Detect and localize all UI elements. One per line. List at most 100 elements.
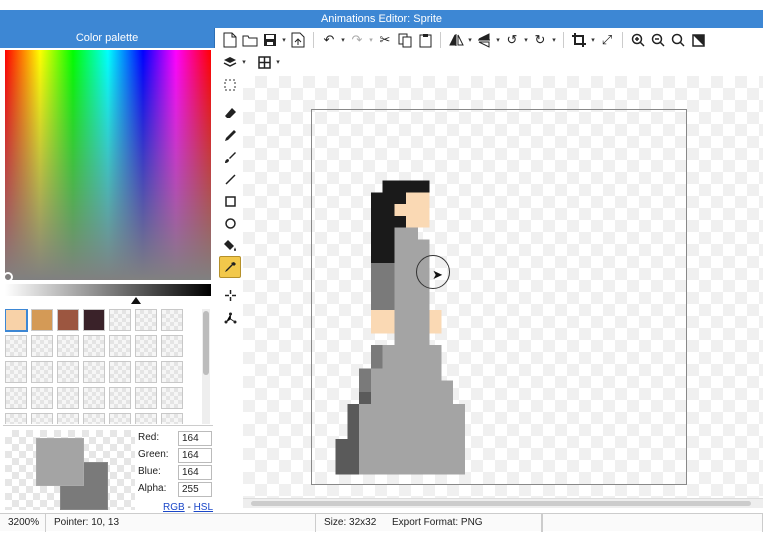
- palette-swatch[interactable]: [31, 361, 53, 383]
- palette-swatch[interactable]: [5, 413, 27, 424]
- fullscreen-icon[interactable]: [688, 30, 708, 50]
- palette-swatch[interactable]: [31, 413, 53, 424]
- palette-swatch[interactable]: [31, 335, 53, 357]
- palette-swatch[interactable]: [161, 309, 183, 331]
- green-input[interactable]: 164: [178, 448, 212, 463]
- palette-swatch[interactable]: [109, 335, 131, 357]
- palette-swatch[interactable]: [5, 335, 27, 357]
- palette-swatch[interactable]: [161, 387, 183, 409]
- grid-icon[interactable]: [254, 52, 274, 72]
- crop-dropdown-icon[interactable]: ▾: [589, 36, 597, 44]
- rgb-link[interactable]: RGB: [163, 502, 185, 513]
- rotate-right-dropdown-icon[interactable]: ▾: [550, 36, 558, 44]
- palette-swatch[interactable]: [5, 387, 27, 409]
- hsl-link[interactable]: HSL: [194, 502, 213, 513]
- flip-v-dropdown-icon[interactable]: ▾: [494, 36, 502, 44]
- palette-swatch[interactable]: [135, 413, 157, 424]
- palette-swatch[interactable]: [109, 387, 131, 409]
- palette-swatch[interactable]: [5, 361, 27, 383]
- color-mode-links: RGB - HSL: [163, 502, 213, 513]
- brightness-marker[interactable]: [131, 297, 141, 304]
- color-spectrum[interactable]: [3, 50, 211, 282]
- palette-scrollbar[interactable]: [202, 309, 210, 424]
- save-dropdown-icon[interactable]: ▾: [280, 36, 288, 44]
- swatch-grid: [5, 309, 200, 424]
- palette-swatch[interactable]: [161, 335, 183, 357]
- palette-swatch[interactable]: [5, 309, 28, 332]
- grid-dropdown-icon[interactable]: ▾: [274, 58, 282, 66]
- undo-icon[interactable]: ↶: [319, 30, 339, 50]
- rotate-right-icon[interactable]: ↻: [530, 30, 550, 50]
- canvas-scrollbar[interactable]: [243, 498, 763, 508]
- zoom-in-icon[interactable]: [628, 30, 648, 50]
- palette-swatch[interactable]: [83, 361, 105, 383]
- flip-h-dropdown-icon[interactable]: ▾: [466, 36, 474, 44]
- palette-swatch[interactable]: [57, 361, 79, 383]
- spectrum-marker[interactable]: [3, 272, 13, 282]
- zoom-fit-icon[interactable]: [668, 30, 688, 50]
- palette-swatch[interactable]: [57, 413, 79, 424]
- palette-swatch[interactable]: [161, 413, 183, 424]
- rotate-left-dropdown-icon[interactable]: ▾: [522, 36, 530, 44]
- palette-swatch[interactable]: [83, 335, 105, 357]
- redo-dropdown-icon[interactable]: ▾: [367, 36, 375, 44]
- canvas-scrollbar-thumb[interactable]: [251, 501, 751, 506]
- zoom-out-icon[interactable]: [648, 30, 668, 50]
- export-icon[interactable]: [288, 30, 308, 50]
- toolbar-separator: [563, 32, 564, 48]
- crop-icon[interactable]: [569, 30, 589, 50]
- color-picker-tool-icon[interactable]: [219, 256, 241, 278]
- ellipse-tool-icon[interactable]: [219, 212, 241, 234]
- alpha-label: Alpha:: [138, 483, 167, 494]
- undo-dropdown-icon[interactable]: ▾: [339, 36, 347, 44]
- copy-icon[interactable]: [395, 30, 415, 50]
- pencil-tool-icon[interactable]: [219, 124, 241, 146]
- eraser-tool-icon[interactable]: [219, 102, 241, 124]
- palette-swatch[interactable]: [135, 361, 157, 383]
- palette-swatch[interactable]: [135, 387, 157, 409]
- palette-swatch[interactable]: [57, 335, 79, 357]
- flip-horizontal-icon[interactable]: [446, 30, 466, 50]
- blue-input[interactable]: 164: [178, 465, 212, 480]
- palette-swatch[interactable]: [31, 387, 53, 409]
- rectangle-tool-icon[interactable]: [219, 190, 241, 212]
- palette-swatch[interactable]: [109, 361, 131, 383]
- brightness-slider[interactable]: [5, 284, 211, 296]
- palette-scrollbar-thumb[interactable]: [203, 311, 209, 375]
- resize-icon[interactable]: ⤢: [597, 30, 617, 50]
- layers-dropdown-icon[interactable]: ▾: [240, 58, 248, 66]
- palette-swatch[interactable]: [57, 387, 79, 409]
- palette-swatch[interactable]: [31, 309, 53, 331]
- primary-color-swatch[interactable]: [36, 438, 84, 486]
- sprite-canvas[interactable]: [311, 109, 687, 485]
- line-tool-icon[interactable]: [219, 168, 241, 190]
- magic-wand-tool-icon[interactable]: [219, 284, 241, 306]
- palette-swatch[interactable]: [83, 309, 105, 331]
- cut-icon[interactable]: ✂: [375, 30, 395, 50]
- new-file-icon[interactable]: [220, 30, 240, 50]
- alpha-input[interactable]: 255: [178, 482, 212, 497]
- select-tool-icon[interactable]: [219, 74, 241, 96]
- transform-tool-icon[interactable]: [219, 306, 241, 328]
- flip-vertical-icon[interactable]: [474, 30, 494, 50]
- paste-icon[interactable]: [415, 30, 435, 50]
- palette-swatch[interactable]: [135, 309, 157, 331]
- red-input[interactable]: 164: [178, 431, 212, 446]
- brush-tool-icon[interactable]: [219, 146, 241, 168]
- palette-swatch[interactable]: [83, 413, 105, 424]
- save-icon[interactable]: [260, 30, 280, 50]
- palette-swatch[interactable]: [135, 335, 157, 357]
- redo-icon[interactable]: ↷: [347, 30, 367, 50]
- open-folder-icon[interactable]: [240, 30, 260, 50]
- palette-swatch[interactable]: [161, 361, 183, 383]
- palette-swatch[interactable]: [109, 309, 131, 331]
- layers-icon[interactable]: [220, 52, 240, 72]
- rotate-left-icon[interactable]: ↺: [502, 30, 522, 50]
- fill-tool-icon[interactable]: [219, 234, 241, 256]
- sprite-pixel-dark: [335, 439, 348, 475]
- palette-swatch[interactable]: [57, 309, 79, 331]
- animations-editor-window: Animations Editor: Sprite Color palette …: [0, 0, 763, 541]
- palette-swatch[interactable]: [109, 413, 131, 424]
- sprite-pixel-dress: [394, 333, 430, 345]
- palette-swatch[interactable]: [83, 387, 105, 409]
